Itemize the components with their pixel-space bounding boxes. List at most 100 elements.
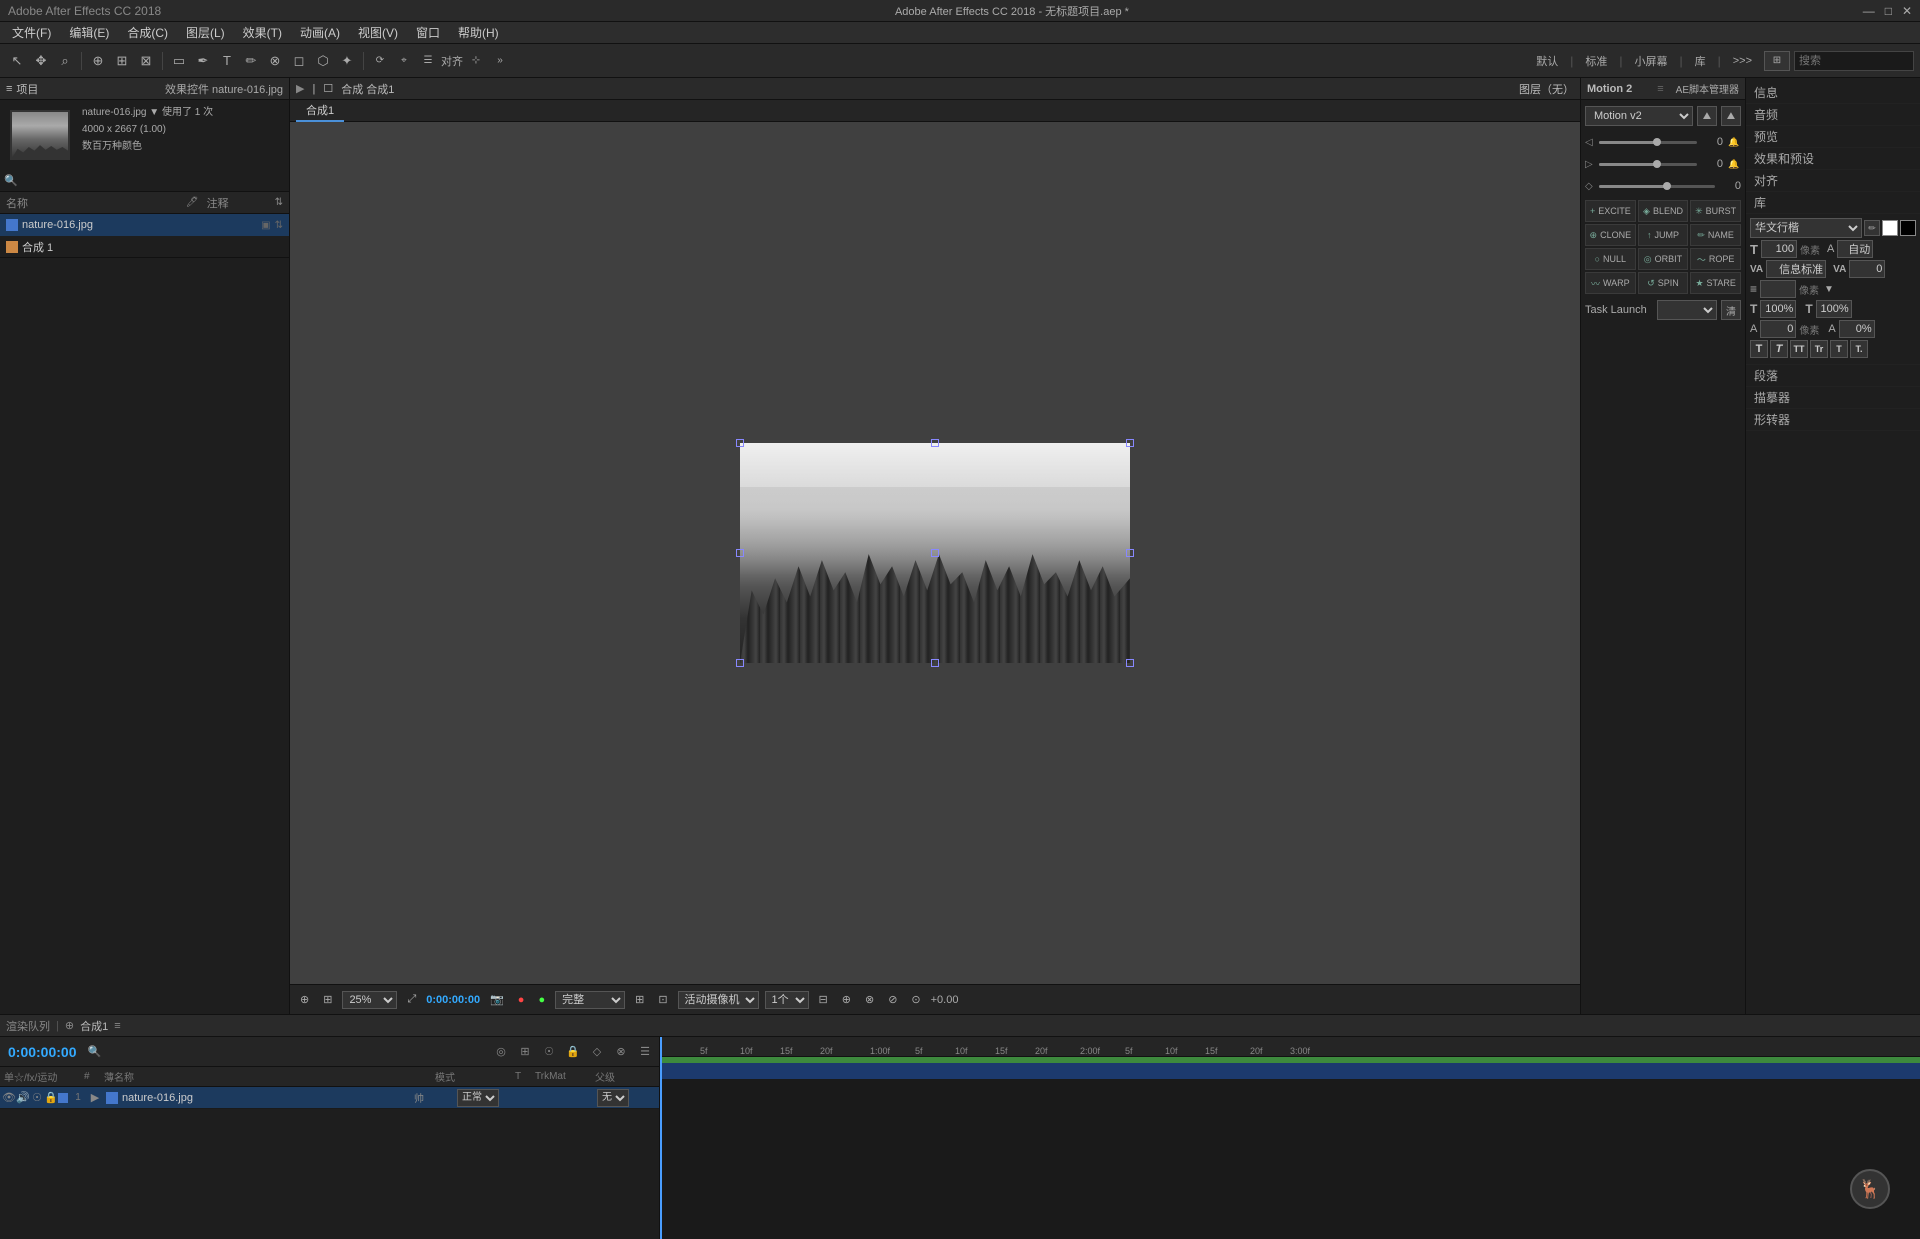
tool-select[interactable]: ↖ [6,50,28,72]
motion-btn-stare[interactable]: ★ STARE [1690,272,1741,294]
layer-switch-qual[interactable]: 帅 [414,1090,424,1105]
tool-hand[interactable]: ✥ [30,50,52,72]
maximize-btn[interactable]: □ [1885,4,1892,18]
workspace-select[interactable]: ⊞ [1764,51,1790,71]
menu-help[interactable]: 帮助(H) [450,22,507,43]
render-queue-tab[interactable]: 渲染队列 [6,1018,50,1034]
layer-expand-btn[interactable]: ▶ [88,1091,102,1105]
flow-btn[interactable]: ⊘ [884,992,901,1007]
view-select[interactable]: 1个 [765,991,809,1009]
tool-sync[interactable]: ⟳ [369,50,391,72]
handle-mid-left[interactable] [736,549,744,557]
draft-btn[interactable]: ⊕ [838,992,855,1007]
menu-window[interactable]: 窗口 [408,22,448,43]
auto-kerning-input[interactable] [1837,240,1873,258]
preset-lib[interactable]: 库 [1687,51,1714,71]
preview-btn[interactable]: ⊞ [319,992,336,1007]
tool-roto[interactable]: ⬡ [312,50,334,72]
menu-effect[interactable]: 效果(T) [235,22,290,43]
project-item-image[interactable]: nature-016.jpg ▣ ⇅ [0,214,289,236]
layer-lock-btn[interactable]: 🔒 [44,1091,58,1105]
comp-timeline-menu[interactable]: ≡ [114,1020,120,1032]
font-color-white[interactable] [1882,220,1898,236]
quality-select[interactable]: 完整 二分之一 [555,991,625,1009]
timeline-area[interactable]: 5f 10f 15f 20f 1:00f 5f 10f 15f 20f 2:00… [660,1037,1920,1239]
close-btn[interactable]: ✕ [1902,4,1912,18]
menu-edit[interactable]: 编辑(E) [61,22,117,43]
motion-btn-null[interactable]: ○ NULL [1585,248,1636,270]
style-sub[interactable]: T. [1850,340,1868,358]
style-super[interactable]: T [1830,340,1848,358]
lc-lock[interactable]: 🔒 [563,1042,583,1062]
menu-file[interactable]: 文件(F) [4,22,59,43]
menu-view[interactable]: 视图(V) [350,22,406,43]
style-small-caps[interactable]: Tr [1810,340,1828,358]
motion-btn-name[interactable]: ✏ NAME [1690,224,1741,246]
leading-input[interactable] [1760,280,1796,298]
tool-cam-dolly[interactable]: ⊠ [135,50,157,72]
lc-markers[interactable]: ◇ [587,1042,607,1062]
font-select[interactable]: 华文行楷 [1750,218,1862,238]
search-layer-btn[interactable]: 🔍 [85,1042,105,1062]
section-morph[interactable]: 形转器 [1746,409,1920,431]
minimize-btn[interactable]: — [1863,4,1875,18]
tool-eraser[interactable]: ◻ [288,50,310,72]
motion-btn-excite[interactable]: + EXCITE [1585,200,1636,222]
tool-zoom[interactable]: ⌕ [54,50,76,72]
tool-text[interactable]: T [216,50,238,72]
render-btn[interactable]: ⊕ [296,992,313,1007]
lc-label[interactable]: ⊗ [611,1042,631,1062]
search-input[interactable] [1794,51,1914,71]
task-clear-btn[interactable]: 清 [1721,300,1741,320]
tool-rect[interactable]: ▭ [168,50,190,72]
tool-snap[interactable]: ⊹ [465,50,487,72]
lc-comment[interactable]: ☰ [635,1042,655,1062]
layer-duration-bar[interactable] [660,1063,1920,1079]
preset-small[interactable]: 小屏幕 [1626,51,1675,71]
handle-bot-right[interactable] [1126,659,1134,667]
lc-motion-blur[interactable]: ◎ [491,1042,511,1062]
scale-v-input[interactable] [1816,300,1852,318]
menu-comp[interactable]: 合成(C) [119,22,176,43]
lc-3d[interactable]: ⊞ [515,1042,535,1062]
tool-cam-track[interactable]: ⊞ [111,50,133,72]
live-btn[interactable]: ⊙ [907,992,924,1007]
mat-btn[interactable]: ⊗ [861,992,878,1007]
tool-brush[interactable]: ✏ [240,50,262,72]
slider2-bell[interactable]: 🔔 [1727,157,1741,171]
font-color-black[interactable] [1900,220,1916,236]
project-search-input[interactable] [18,175,285,187]
section-info[interactable]: 信息 [1746,82,1920,104]
layer-mode-select[interactable]: 正常 [457,1089,499,1107]
3d-btn[interactable]: ⊟ [815,992,832,1007]
grid-btn[interactable]: ⊞ [631,992,648,1007]
font-size-input[interactable] [1761,240,1797,258]
canvas-area[interactable] [290,122,1580,984]
style-all-caps[interactable]: TT [1790,340,1808,358]
handle-top-mid[interactable] [931,439,939,447]
menu-anim[interactable]: 动画(A) [292,22,348,43]
timeline-playhead[interactable] [660,1037,662,1239]
tool-magnet[interactable]: ⌖ [393,50,415,72]
section-effects-presets[interactable]: 效果和预设 [1746,148,1920,170]
motion-btn-spin[interactable]: ↺ SPIN [1638,272,1689,294]
va-input[interactable] [1849,260,1885,278]
section-library[interactable]: 库 [1746,192,1920,214]
expand-btn[interactable]: >>> [1725,53,1760,69]
opacity-btn[interactable]: ● [534,993,549,1007]
project-item-comp[interactable]: 合成 1 [0,236,289,258]
kerning-input[interactable] [1766,260,1826,278]
handle-bot-mid[interactable] [931,659,939,667]
motion-btn-rope[interactable]: 〜 ROPE [1690,248,1741,270]
tsume-input[interactable] [1839,320,1875,338]
layer-parent-select[interactable]: 无 [597,1089,629,1107]
slider1-track[interactable] [1599,141,1697,144]
motion-btn-burst[interactable]: ✳ BURST [1690,200,1741,222]
handle-top-left[interactable] [736,439,744,447]
comp-timeline-tab[interactable]: 合成1 [80,1018,108,1034]
handle-bot-left[interactable] [736,659,744,667]
section-tracker[interactable]: 描摹器 [1746,387,1920,409]
layer-audio-btn[interactable]: 🔊 [16,1091,30,1105]
scale-h-input[interactable] [1760,300,1796,318]
motion-icon-btn1[interactable]: ⛰ [1697,106,1717,126]
